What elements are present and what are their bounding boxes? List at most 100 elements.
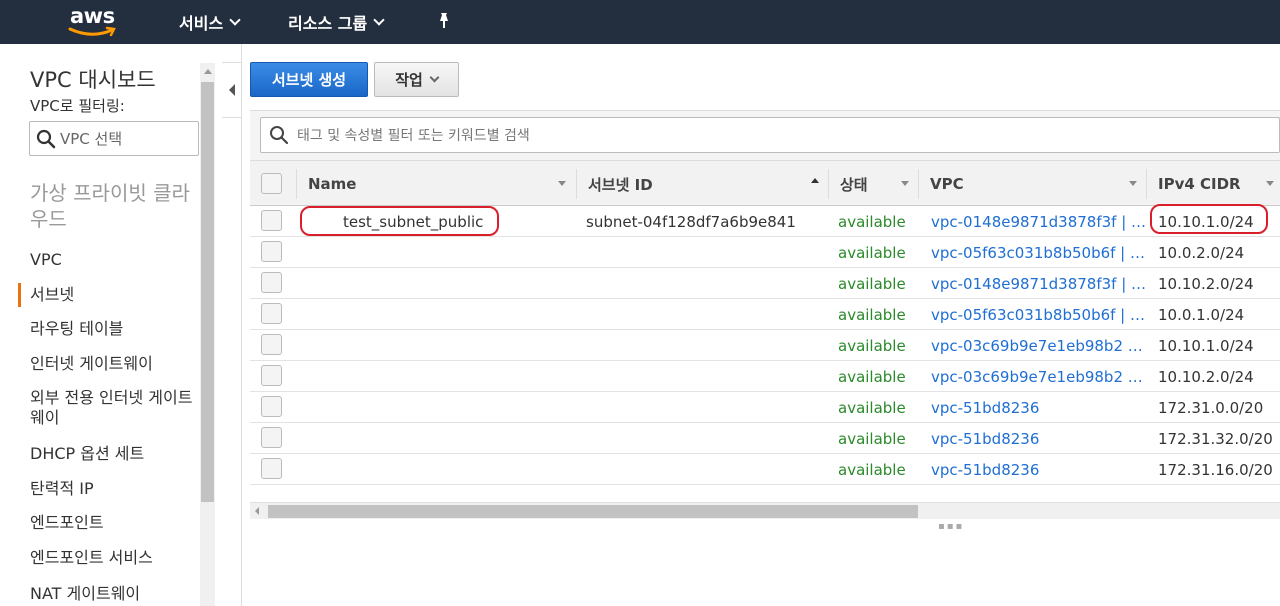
vpc-link[interactable]: vpc-51bd8236 <box>931 392 1146 423</box>
column-header-state[interactable]: 상태 <box>840 161 868 207</box>
vpc-link[interactable]: vpc-0148e9871d3878f3f | … <box>931 206 1146 237</box>
sort-caret-icon[interactable] <box>901 181 909 186</box>
subnet-name[interactable] <box>308 423 548 454</box>
vpc-link[interactable]: vpc-05f63c031b8b50b6f | … <box>931 299 1146 330</box>
vpc-link[interactable]: vpc-51bd8236 <box>931 454 1146 485</box>
resource-groups-menu[interactable]: 리소스 그룹 <box>288 10 385 34</box>
sidebar-scroll-thumb[interactable] <box>201 82 214 502</box>
table-row[interactable]: available vpc-03c69b9e7e1eb98b2 … 10.10.… <box>250 361 1280 392</box>
subnet-id <box>586 237 826 268</box>
row-checkbox[interactable] <box>261 272 282 293</box>
aws-logo[interactable]: aws <box>68 4 120 38</box>
column-separator <box>296 169 297 199</box>
chevron-down-icon <box>229 14 241 26</box>
annotation-circle-subnet-name <box>300 206 499 236</box>
table-row[interactable]: available vpc-0148e9871d3878f3f | … 10.1… <box>250 268 1280 299</box>
row-checkbox[interactable] <box>261 365 282 386</box>
subnet-state: available <box>838 243 906 262</box>
row-checkbox[interactable] <box>261 334 282 355</box>
row-checkbox[interactable] <box>261 241 282 262</box>
resize-handle-icon[interactable]: ▪▪▪ <box>938 521 964 532</box>
ipv4-cidr: 10.10.2.0/24 <box>1158 367 1254 386</box>
subnet-id <box>586 423 826 454</box>
ipv4-cidr: 172.31.0.0/20 <box>1158 398 1264 417</box>
subnet-name[interactable] <box>308 299 548 330</box>
table-row[interactable]: available vpc-05f63c031b8b50b6f | … 10.0… <box>250 237 1280 268</box>
sidebar-item-endpoint-services[interactable]: 엔드포인트 서비스 <box>30 548 200 568</box>
sidebar-item-endpoints[interactable]: 엔드포인트 <box>30 513 200 533</box>
subnet-name[interactable] <box>308 454 548 485</box>
column-header-name[interactable]: Name <box>308 161 356 207</box>
top-navigation: aws 서비스 리소스 그룹 <box>0 0 1280 44</box>
pin-icon[interactable] <box>436 12 452 30</box>
horizontal-scroll-thumb[interactable] <box>268 505 918 518</box>
column-separator <box>918 169 919 199</box>
column-header-subnet-id[interactable]: 서브넷 ID <box>588 161 653 207</box>
subnet-state: available <box>838 336 906 355</box>
table-horizontal-scrollbar[interactable] <box>250 502 1280 519</box>
create-subnet-button[interactable]: 서브넷 생성 <box>250 62 368 97</box>
search-icon <box>270 126 289 145</box>
table-row[interactable]: available vpc-03c69b9e7e1eb98b2 … 10.10.… <box>250 330 1280 361</box>
subnet-name[interactable] <box>308 268 548 299</box>
vpc-link[interactable]: vpc-0148e9871d3878f3f | … <box>931 268 1146 299</box>
subnet-name[interactable] <box>308 392 548 423</box>
table-row[interactable]: available vpc-51bd8236 172.31.32.0/20 <box>250 423 1280 454</box>
subnet-state: available <box>838 305 906 324</box>
sidebar-item-elastic-ip[interactable]: 탄력적 IP <box>30 479 200 499</box>
sidebar-item-subnets[interactable]: 서브넷 <box>30 285 200 305</box>
sidebar-scrollbar[interactable] <box>200 63 215 606</box>
resource-groups-label: 리소스 그룹 <box>288 14 368 33</box>
vpc-link[interactable]: vpc-51bd8236 <box>931 423 1146 454</box>
panel-divider <box>241 44 242 606</box>
filter-input[interactable]: 태그 및 속성별 필터 또는 키워드별 검색 <box>260 117 1280 153</box>
sidebar-item-egress-only-gateways[interactable]: 외부 전용 인터넷 게이트웨이 <box>30 388 200 428</box>
select-all-checkbox[interactable] <box>261 173 282 194</box>
filter-bar: 태그 및 속성별 필터 또는 키워드별 검색 <box>250 110 1280 160</box>
sidebar-item-dhcp-options[interactable]: DHCP 옵션 세트 <box>30 444 200 464</box>
vpc-link[interactable]: vpc-03c69b9e7e1eb98b2 … <box>931 361 1146 392</box>
row-checkbox[interactable] <box>261 396 282 417</box>
subnet-id <box>586 454 826 485</box>
subnet-id <box>586 268 826 299</box>
vpc-link[interactable]: vpc-03c69b9e7e1eb98b2 … <box>931 330 1146 361</box>
subnet-name[interactable] <box>308 237 548 268</box>
sidebar-item-vpc[interactable]: VPC <box>30 250 200 270</box>
collapse-sidebar-button[interactable] <box>222 62 242 118</box>
chevron-down-icon <box>373 14 385 26</box>
subnet-id <box>586 392 826 423</box>
table-row[interactable]: available vpc-51bd8236 172.31.0.0/20 <box>250 392 1280 423</box>
sort-caret-icon[interactable] <box>1129 181 1137 186</box>
ipv4-cidr: 10.10.2.0/24 <box>1158 274 1254 293</box>
scroll-up-arrow-icon[interactable] <box>200 63 215 80</box>
subnet-name[interactable] <box>308 361 548 392</box>
row-checkbox[interactable] <box>261 427 282 448</box>
row-checkbox[interactable] <box>261 303 282 324</box>
actions-button-label: 작업 <box>395 71 423 89</box>
subnet-state: available <box>838 274 906 293</box>
column-header-ipv4-cidr[interactable]: IPv4 CIDR <box>1158 161 1241 207</box>
sidebar-item-internet-gateways[interactable]: 인터넷 게이트웨이 <box>30 354 200 374</box>
sort-ascending-icon[interactable] <box>811 178 819 183</box>
vpc-filter-input[interactable]: VPC 선택 <box>29 121 199 156</box>
subnet-name[interactable] <box>308 330 548 361</box>
column-separator <box>828 169 829 199</box>
services-menu[interactable]: 서비스 <box>179 10 241 34</box>
row-checkbox[interactable] <box>261 458 282 479</box>
column-header-vpc[interactable]: VPC <box>930 161 964 207</box>
row-checkbox[interactable] <box>261 210 282 231</box>
sidebar-item-route-tables[interactable]: 라우팅 테이블 <box>30 319 200 339</box>
table-row[interactable]: available vpc-51bd8236 172.31.16.0/20 <box>250 454 1280 485</box>
actions-button[interactable]: 작업 <box>374 62 459 97</box>
sidebar-title[interactable]: VPC 대시보드 <box>30 64 156 94</box>
sort-caret-icon[interactable] <box>558 181 566 186</box>
column-separator <box>576 169 577 199</box>
scroll-left-arrow-icon[interactable] <box>255 507 259 515</box>
table-header: Name 서브넷 ID 상태 VPC IPv4 CIDR <box>250 160 1280 206</box>
table-row[interactable]: available vpc-05f63c031b8b50b6f | … 10.0… <box>250 299 1280 330</box>
vpc-link[interactable]: vpc-05f63c031b8b50b6f | … <box>931 237 1146 268</box>
sidebar-item-nat-gateways[interactable]: NAT 게이트웨이 <box>30 584 200 604</box>
subnet-state: available <box>838 212 906 231</box>
filter-placeholder: 태그 및 속성별 필터 또는 키워드별 검색 <box>297 128 530 144</box>
sort-caret-icon[interactable] <box>1266 181 1274 186</box>
